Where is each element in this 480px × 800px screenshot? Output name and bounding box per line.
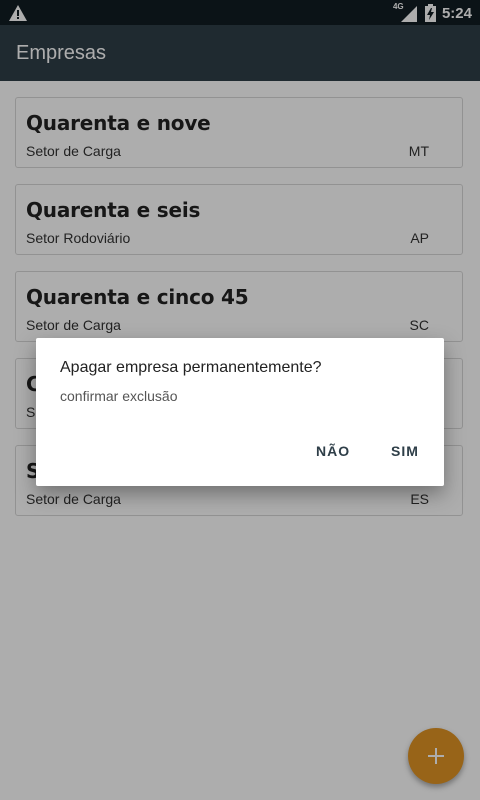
no-button[interactable]: NÃO (316, 443, 350, 459)
dialog-title: Apagar empresa permanentemente? (60, 359, 322, 376)
dialog-message: confirmar exclusão (60, 388, 178, 404)
yes-button[interactable]: SIM (391, 443, 419, 459)
delete-confirmation-dialog: Apagar empresa permanentemente? confirma… (36, 338, 444, 486)
